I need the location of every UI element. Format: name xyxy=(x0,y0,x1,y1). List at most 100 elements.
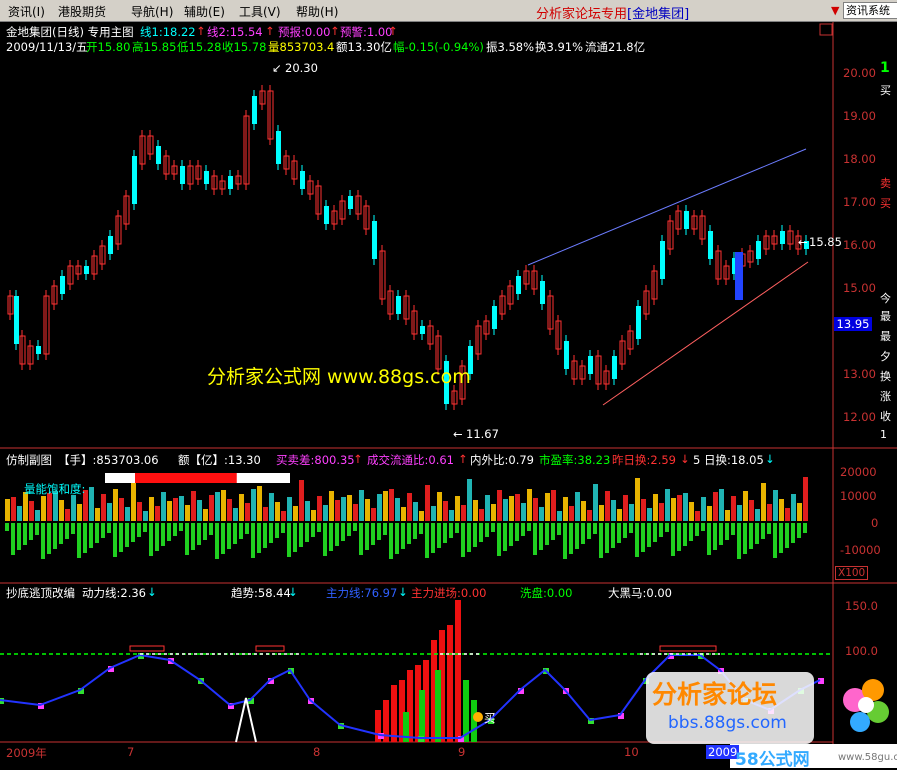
volume-bar-negative xyxy=(269,523,273,543)
volume-bar xyxy=(713,492,718,521)
volume-bar-negative xyxy=(323,523,327,556)
volume-bar xyxy=(425,485,430,521)
volume-bar-negative xyxy=(587,523,591,539)
arrow-up-icon: ↑ xyxy=(265,24,275,38)
indicator-pane-title: 抄底逃顶改编 xyxy=(6,586,75,600)
volume-bar xyxy=(5,499,10,521)
volume-bar xyxy=(395,498,400,521)
volume-tick: 0 xyxy=(871,516,879,530)
volume-bar xyxy=(461,505,466,521)
volume-bar-negative xyxy=(803,523,807,533)
volume-bar xyxy=(71,495,76,521)
volume-bar xyxy=(353,504,358,521)
volume-bar xyxy=(299,480,304,521)
volume-bar-negative xyxy=(353,523,357,531)
volume-bar xyxy=(305,501,310,521)
date-axis-label: 7 xyxy=(127,745,135,759)
pe-ratio: 市盈率:38.23 xyxy=(539,453,611,467)
side-panel-text: 涨 xyxy=(880,390,891,403)
volume-bar-negative xyxy=(101,523,105,538)
volume-bars xyxy=(5,477,808,559)
volume-bar-negative xyxy=(635,523,639,557)
volume-bar-negative xyxy=(191,523,195,550)
arrow-up-icon: ↑ xyxy=(388,24,398,38)
volume-bar-negative xyxy=(23,523,27,545)
volume-bar xyxy=(65,509,70,521)
support-line xyxy=(602,261,809,406)
volume-bar xyxy=(329,491,334,521)
volume-bar-negative xyxy=(773,523,777,558)
volume-bar xyxy=(689,502,694,521)
volume-bar-negative xyxy=(707,523,711,555)
candle-body-down xyxy=(660,241,665,279)
restore-box-icon[interactable] xyxy=(819,23,833,36)
candle-body-down xyxy=(204,171,209,184)
saturation-bar-fill xyxy=(135,473,237,483)
date-axis-label: 10 xyxy=(624,745,639,759)
volume-bar xyxy=(95,508,100,521)
volume-bar-negative xyxy=(281,523,285,533)
volume-bar-negative xyxy=(557,523,561,535)
volume-bar xyxy=(545,493,550,521)
volume-bar-negative xyxy=(485,523,489,537)
volume-bar-negative xyxy=(479,523,483,542)
volume-bar xyxy=(455,496,460,521)
buy-signal-label: 买 xyxy=(484,711,496,725)
volume-bar xyxy=(107,503,112,521)
volume-bar-negative xyxy=(383,523,387,535)
side-panel-text: 1 xyxy=(880,428,887,441)
side-panel-text: 换 xyxy=(880,370,891,383)
volume-bar-negative xyxy=(287,523,291,557)
arrow-down-icon: ↓ xyxy=(765,452,775,466)
volume-bar-negative xyxy=(89,523,93,548)
volume-bar-negative xyxy=(449,523,453,538)
candle-body-down xyxy=(252,96,257,124)
volume-bar xyxy=(503,499,508,521)
volume-bar-negative xyxy=(209,523,213,535)
indicator-tick: 150.0 xyxy=(845,599,878,613)
volume-bar xyxy=(227,499,232,521)
volume-bar-negative xyxy=(5,523,9,531)
volume-bar-negative xyxy=(515,523,519,541)
volume-bar-negative xyxy=(443,523,447,543)
volume-bar-negative xyxy=(371,523,375,545)
dark-horse-value: 大黑马:0.00 xyxy=(608,586,672,600)
volume-bar-negative xyxy=(137,523,141,537)
volume-bar xyxy=(557,511,562,521)
volume-bar-negative xyxy=(359,523,363,555)
volume-bar xyxy=(383,491,388,521)
volume-bar-negative xyxy=(173,523,177,536)
volume-bar xyxy=(401,507,406,521)
volume-bar xyxy=(101,494,106,521)
volume-bar xyxy=(317,496,322,521)
candle-body-down xyxy=(60,276,65,294)
volume-bar xyxy=(125,507,130,521)
volume-bar-negative xyxy=(17,523,21,550)
buy-sell-diff: 买卖差:800.35 xyxy=(276,453,355,467)
quote-close: 收15.78 xyxy=(222,40,267,54)
site-watermark: 分析家公式网 www.88gs.com xyxy=(207,366,471,388)
volume-bar-negative xyxy=(497,523,501,556)
arrow-down-icon: ↓ xyxy=(398,585,408,599)
quote-change: 幅-0.15(-0.94%) xyxy=(393,40,484,54)
candle-body-down xyxy=(780,231,785,244)
volume-bar xyxy=(113,489,118,521)
candle-body-down xyxy=(612,356,617,379)
volume-bar-negative xyxy=(155,523,159,551)
five-day-turnover: 5 日换:18.05 xyxy=(693,453,764,467)
volume-bar xyxy=(47,493,52,521)
volume-bar-negative xyxy=(797,523,801,538)
volume-bar xyxy=(239,494,244,521)
volume-bar-negative xyxy=(395,523,399,554)
quote-amplitude: 振3.58% xyxy=(486,40,535,54)
volume-bar xyxy=(173,498,178,521)
quote-open: 开15.80 xyxy=(86,40,131,54)
volume-bar-negative xyxy=(65,523,69,539)
candle-body-down xyxy=(588,356,593,374)
volume-bar xyxy=(491,504,496,521)
date-axis-label: 2009年 xyxy=(6,746,47,760)
arrow-up-icon: ↑ xyxy=(458,452,468,466)
candle-body-down xyxy=(756,241,761,259)
volume-bar-negative xyxy=(539,523,543,550)
volume-bar xyxy=(473,500,478,521)
